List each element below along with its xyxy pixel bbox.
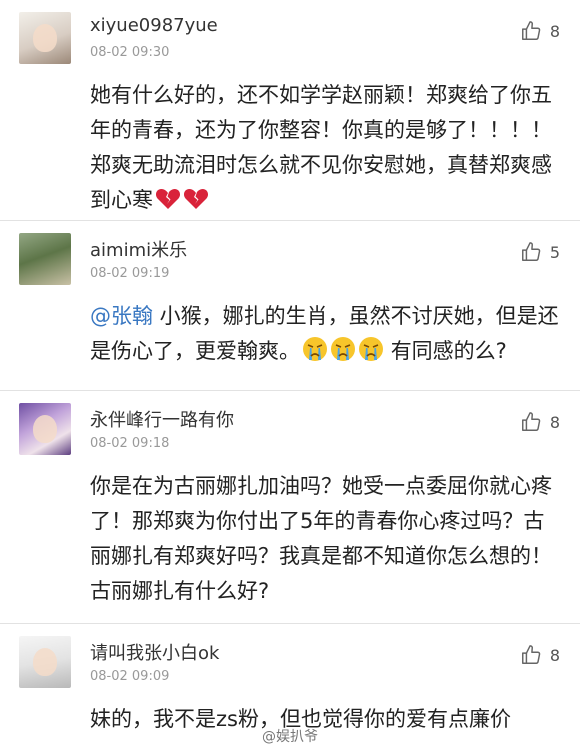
like-button[interactable]: 5 [520,241,560,263]
user-mention-link[interactable]: @张翰 [90,304,153,328]
comment-timestamp: 08-02 09:09 [90,669,170,684]
like-button[interactable]: 8 [520,411,560,433]
thumbs-up-icon [521,242,541,261]
broken-heart-icon [155,187,181,222]
comment-username[interactable]: 永伴峰行一路有你 [90,406,234,432]
crying-face-icon [358,336,384,373]
like-button[interactable]: 8 [520,644,560,666]
comment-timestamp: 08-02 09:18 [90,436,170,451]
comment-text-tail: 有同感的么? [390,339,507,363]
crying-face-icon [302,336,328,373]
comment-text: @张翰 小猴，娜扎的生肖，虽然不讨厌她，但是还是伤心了，更爱翰爽。 有同感的么? [90,299,565,373]
watermark-text: @娱扒爷 [262,729,318,745]
broken-heart-icon [183,187,209,222]
comment-item: xiyue0987yue 08-02 09:30 8 她有什么好的，还不如学学赵… [0,0,580,221]
user-avatar[interactable] [19,636,71,688]
like-count: 8 [549,21,560,41]
comment-username[interactable]: 请叫我张小白ok [90,639,219,665]
comment-text: 她有什么好的，还不如学学赵丽颖！郑爽给了你五年的青春，还为了你整容！你真的是够了… [90,78,565,222]
user-avatar[interactable] [19,12,71,64]
comment-item: aimimi米乐 08-02 09:19 5 @张翰 小猴，娜扎的生肖，虽然不讨… [0,221,580,391]
comment-item: 永伴峰行一路有你 08-02 09:18 8 你是在为古丽娜扎加油吗？她受一点委… [0,391,580,624]
comment-text: 妹的，我不是zs粉，但也觉得你的爱有点廉价 [90,707,511,731]
like-button[interactable]: 8 [520,20,560,42]
comment-username[interactable]: xiyue0987yue [90,15,218,36]
user-avatar[interactable] [19,403,71,455]
comment-timestamp: 08-02 09:30 [90,45,170,60]
crying-face-icon [330,336,356,373]
like-count: 8 [549,645,560,665]
thumbs-up-icon [521,21,541,40]
user-avatar[interactable] [19,233,71,285]
like-count: 8 [549,412,560,432]
comment-timestamp: 08-02 09:19 [90,266,170,281]
thumbs-up-icon [521,645,541,664]
thumbs-up-icon [521,412,541,431]
comment-text: 你是在为古丽娜扎加油吗？她受一点委屈你就心疼了！那郑爽为你付出了5年的青春你心疼… [90,474,552,603]
like-count: 5 [549,242,560,262]
comment-username[interactable]: aimimi米乐 [90,236,187,262]
